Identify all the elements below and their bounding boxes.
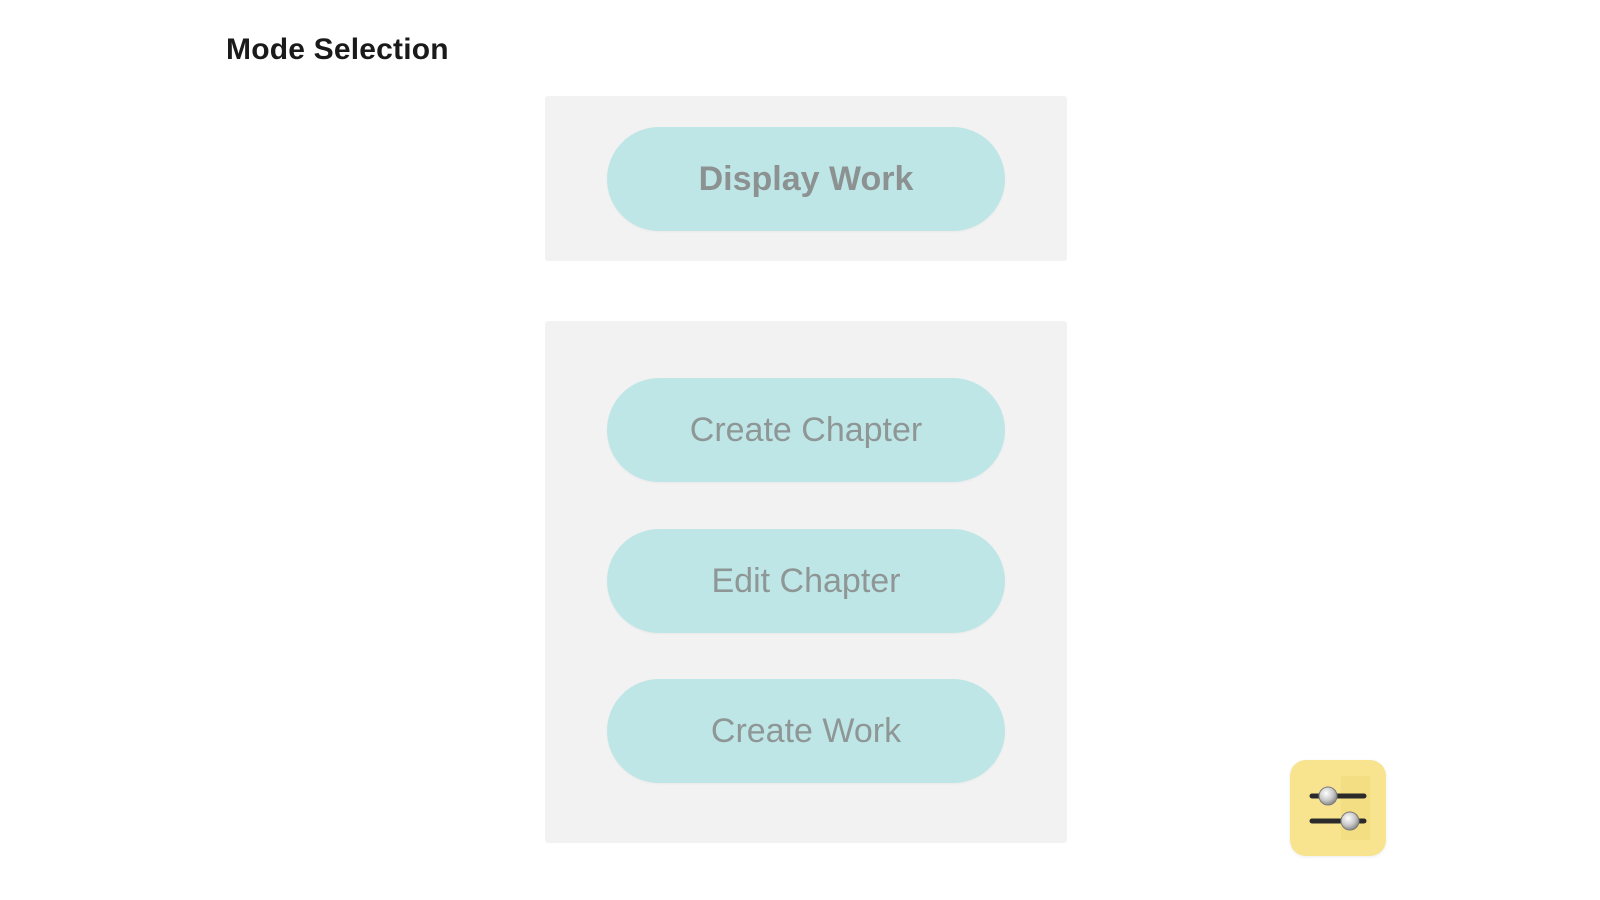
display-panel: Display Work <box>545 96 1067 261</box>
create-work-button[interactable]: Create Work <box>607 679 1005 783</box>
edit-chapter-button[interactable]: Edit Chapter <box>607 529 1005 633</box>
page-title: Mode Selection <box>226 33 449 66</box>
edit-panel: Create Chapter Edit Chapter Create Work <box>545 321 1067 843</box>
settings-button[interactable] <box>1290 760 1386 856</box>
sliders-icon <box>1306 776 1370 840</box>
display-work-button[interactable]: Display Work <box>607 127 1005 231</box>
create-chapter-button[interactable]: Create Chapter <box>607 378 1005 482</box>
